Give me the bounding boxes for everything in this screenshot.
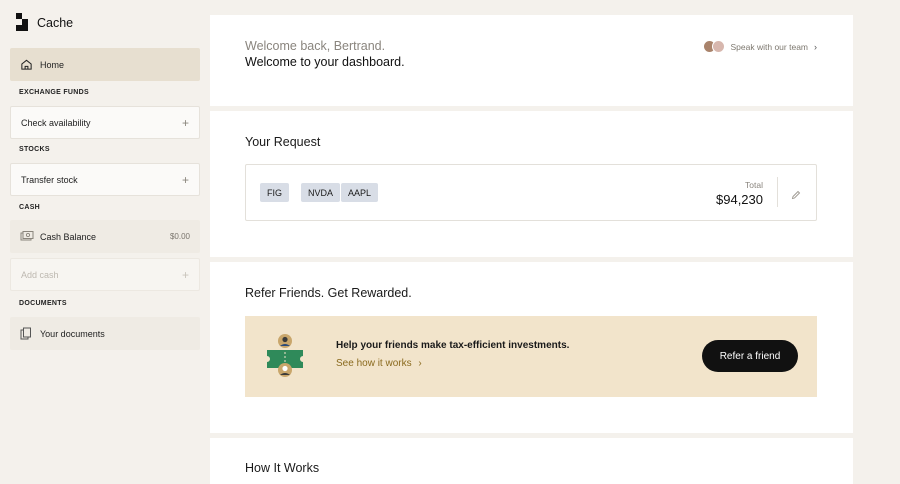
cash-balance-amount: $0.00 xyxy=(169,232,190,241)
brand-name: Cache xyxy=(37,16,74,30)
see-how-it-works-link[interactable]: See how it works › xyxy=(336,358,569,369)
cash-icon xyxy=(20,230,34,244)
section-label-exchange: EXCHANGE FUNDS xyxy=(19,89,89,96)
plus-icon: + xyxy=(181,172,189,187)
speak-with-team-label: Speak with our team xyxy=(730,41,808,52)
ticker-chip: FIG xyxy=(260,183,289,202)
your-documents-item[interactable]: Your documents xyxy=(10,317,200,350)
section-label-documents: DOCUMENTS xyxy=(19,300,67,307)
section-label-stocks: STOCKS xyxy=(19,146,50,153)
refer-text: Help your friends make tax-efficient inv… xyxy=(336,340,569,369)
divider xyxy=(777,177,778,207)
plus-icon: + xyxy=(181,267,189,282)
refer-headline: Help your friends make tax-efficient inv… xyxy=(336,340,570,351)
welcome-line-2: Welcome to your dashboard. xyxy=(245,55,405,69)
transfer-stock-label: Transfer stock xyxy=(21,174,78,185)
welcome-heading: Welcome back, Bertrand. Welcome to your … xyxy=(245,38,405,70)
transfer-stock-button[interactable]: Transfer stock + xyxy=(10,163,200,196)
sidebar-item-label: Home xyxy=(40,59,65,70)
team-avatars xyxy=(702,40,725,53)
referral-ticket-icon xyxy=(265,334,309,378)
avatar xyxy=(711,40,725,53)
pencil-icon[interactable] xyxy=(791,187,801,200)
section-label-cash: CASH xyxy=(19,204,41,211)
add-cash-button[interactable]: Add cash + xyxy=(10,258,200,291)
your-documents-label: Your documents xyxy=(40,328,105,339)
welcome-line-1: Welcome back, Bertrand. xyxy=(245,39,386,53)
refer-card: Refer Friends. Get Rewarded. Help your f… xyxy=(210,262,853,433)
home-icon xyxy=(20,58,34,72)
cash-balance-item[interactable]: Cash Balance $0.00 xyxy=(10,220,200,253)
request-summary: FIG NVDA AAPL Total $94,230 xyxy=(245,164,817,221)
refer-banner: Help your friends make tax-efficient inv… xyxy=(245,316,817,397)
how-it-works-title: How It Works xyxy=(245,461,320,475)
speak-with-team-link[interactable]: Speak with our team › xyxy=(702,40,817,53)
how-it-works-card: How It Works xyxy=(210,438,853,484)
cache-logo-icon xyxy=(16,13,32,33)
refer-a-friend-button[interactable]: Refer a friend xyxy=(702,340,798,372)
add-cash-label: Add cash xyxy=(21,269,59,280)
sidebar: Cache Home EXCHANGE FUNDS Check availabi… xyxy=(0,0,210,484)
ticker-chip: NVDA xyxy=(301,183,341,202)
total-value: $94,230 xyxy=(716,192,763,207)
chevron-right-icon: › xyxy=(418,358,422,369)
see-how-it-works-label: See how it works xyxy=(336,358,412,369)
brand[interactable]: Cache xyxy=(16,13,73,33)
cash-balance-label: Cash Balance xyxy=(40,231,97,242)
plus-icon: + xyxy=(181,115,189,130)
chevron-right-icon: › xyxy=(814,41,817,52)
total-label: Total xyxy=(745,180,763,190)
request-title: Your Request xyxy=(245,135,321,149)
ticker-chip: AAPL xyxy=(341,183,379,202)
check-availability-label: Check availability xyxy=(21,117,91,128)
request-card: Your Request FIG NVDA AAPL Total $94,230 xyxy=(210,111,853,257)
check-availability-button[interactable]: Check availability + xyxy=(10,106,200,139)
refer-title: Refer Friends. Get Rewarded. xyxy=(245,286,412,300)
total: Total $94,230 xyxy=(716,180,763,207)
welcome-card: Welcome back, Bertrand. Welcome to your … xyxy=(210,15,853,106)
sidebar-item-home[interactable]: Home xyxy=(10,48,200,81)
documents-icon xyxy=(20,327,34,341)
